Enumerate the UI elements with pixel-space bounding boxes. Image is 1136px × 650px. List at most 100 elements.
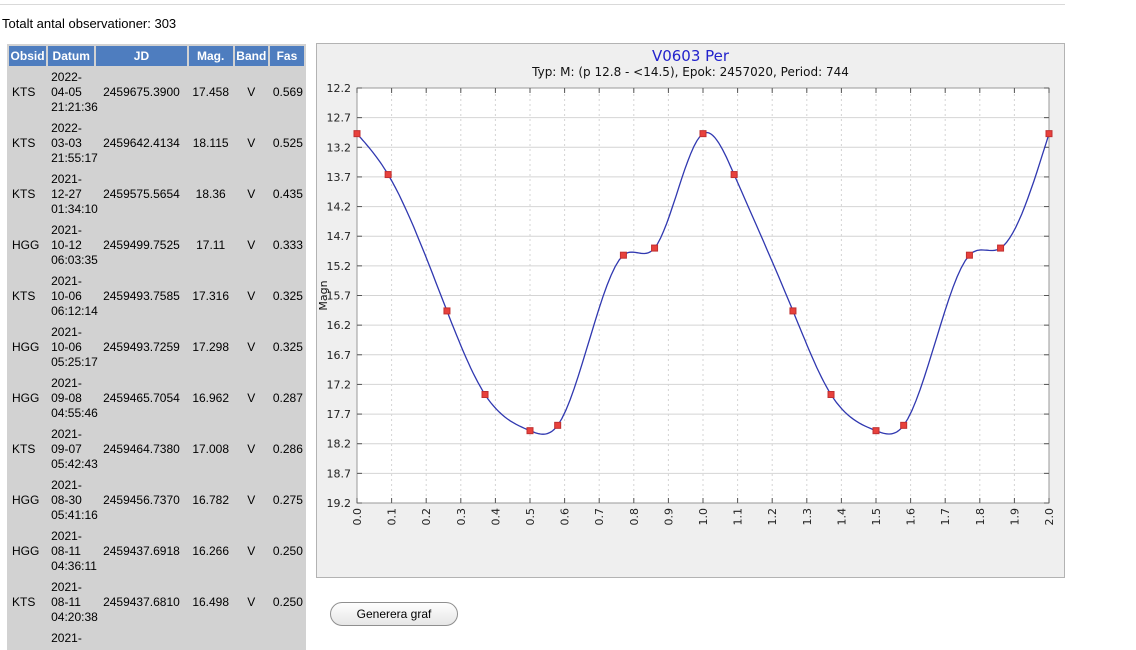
cell-jd: 2459675.3900 <box>96 68 186 117</box>
cell-datum: 2021- 10-06 05:25:17 <box>48 323 94 372</box>
cell-obsid: HGG <box>9 476 46 525</box>
cell-jd: 2459642.4134 <box>96 119 186 168</box>
y-tick-label: 17.7 <box>327 408 352 421</box>
x-tick-label: 0.1 <box>386 508 399 526</box>
x-tick-label: 1.0 <box>697 508 710 526</box>
column-header-mag: Mag. <box>189 46 233 66</box>
cell-mag <box>189 629 233 648</box>
cell-mag: 17.458 <box>189 68 233 117</box>
cell-obsid: KTS <box>9 119 46 168</box>
y-tick-label: 18.7 <box>327 467 352 480</box>
column-header-fas: Fas <box>270 46 304 66</box>
cell-fas: 0.569 <box>270 68 304 117</box>
data-point-marker <box>1046 131 1052 137</box>
y-tick-label: 16.7 <box>327 349 352 362</box>
data-point-marker <box>555 422 561 428</box>
cell-datum: 2022- 03-03 21:55:17 <box>48 119 94 168</box>
cell-band: V <box>235 272 268 321</box>
column-header-band: Band <box>235 46 268 66</box>
cell-band: V <box>235 578 268 627</box>
table-row: 2021- <box>9 629 304 648</box>
cell-obsid: KTS <box>9 68 46 117</box>
x-tick-label: 1.6 <box>905 508 918 526</box>
table-header-row: ObsidDatumJDMag.BandFas <box>9 46 304 66</box>
table-row: HGG2021- 08-11 04:36:112459437.691816.26… <box>9 527 304 576</box>
x-tick-label: 0.3 <box>455 508 468 526</box>
cell-mag: 17.316 <box>189 272 233 321</box>
cell-band: V <box>235 476 268 525</box>
data-point-marker <box>901 422 907 428</box>
cell-datum: 2021- 08-30 05:41:16 <box>48 476 94 525</box>
cell-fas: 0.333 <box>270 221 304 270</box>
cell-datum: 2021- 10-12 06:03:35 <box>48 221 94 270</box>
cell-obsid: KTS <box>9 170 46 219</box>
data-point-marker <box>620 252 626 258</box>
x-tick-label: 0.6 <box>559 508 572 526</box>
cell-mag: 16.266 <box>189 527 233 576</box>
column-header-datum: Datum <box>48 46 94 66</box>
data-point-marker <box>444 308 450 314</box>
data-point-marker <box>790 308 796 314</box>
y-tick-label: 12.7 <box>327 112 352 125</box>
y-tick-label: 16.2 <box>327 319 352 332</box>
data-point-marker <box>482 392 488 398</box>
y-tick-label: 15.7 <box>327 290 352 303</box>
cell-datum: 2021- 08-11 04:36:11 <box>48 527 94 576</box>
cell-mag: 16.498 <box>189 578 233 627</box>
table-row: KTS2022- 04-05 21:21:362459675.390017.45… <box>9 68 304 117</box>
cell-band: V <box>235 374 268 423</box>
cell-obsid: HGG <box>9 527 46 576</box>
table-row: KTS2021- 10-06 06:12:142459493.758517.31… <box>9 272 304 321</box>
cell-band: V <box>235 170 268 219</box>
cell-fas: 0.525 <box>270 119 304 168</box>
cell-fas: 0.325 <box>270 323 304 372</box>
cell-obsid: KTS <box>9 272 46 321</box>
table-row: KTS2021- 09-07 05:42:432459464.738017.00… <box>9 425 304 474</box>
data-point-marker <box>731 172 737 178</box>
cell-jd: 2459499.7525 <box>96 221 186 270</box>
cell-jd: 2459437.6810 <box>96 578 186 627</box>
x-tick-label: 0.7 <box>593 508 606 526</box>
cell-datum: 2021- 09-08 04:55:46 <box>48 374 94 423</box>
y-tick-label: 14.7 <box>327 230 352 243</box>
data-point-marker <box>966 252 972 258</box>
y-tick-label: 13.2 <box>327 141 352 154</box>
data-point-marker <box>998 245 1004 251</box>
cell-fas: 0.250 <box>270 527 304 576</box>
cell-datum: 2021- <box>48 629 94 648</box>
generate-graph-button[interactable]: Generera graf <box>330 602 458 626</box>
x-tick-label: 1.4 <box>835 508 848 526</box>
table-row: HGG2021- 10-12 06:03:352459499.752517.11… <box>9 221 304 270</box>
cell-jd: 2459465.7054 <box>96 374 186 423</box>
cell-band: V <box>235 68 268 117</box>
chart-panel: V0603 Per Typ: M: (p 12.8 - <14.5), Epok… <box>316 43 1065 578</box>
cell-datum: 2021- 08-11 04:20:38 <box>48 578 94 627</box>
cell-datum: 2021- 12-27 01:34:10 <box>48 170 94 219</box>
cell-jd: 2459493.7259 <box>96 323 186 372</box>
cell-jd: 2459575.5654 <box>96 170 186 219</box>
cell-band: V <box>235 119 268 168</box>
data-point-marker <box>700 131 706 137</box>
x-tick-label: 1.1 <box>732 508 745 526</box>
cell-obsid: HGG <box>9 221 46 270</box>
cell-band: V <box>235 323 268 372</box>
cell-mag: 16.962 <box>189 374 233 423</box>
cell-obsid: HGG <box>9 374 46 423</box>
x-tick-label: 1.8 <box>974 508 987 526</box>
cell-fas: 0.286 <box>270 425 304 474</box>
data-point-marker <box>527 428 533 434</box>
table-row: HGG2021- 09-08 04:55:462459465.705416.96… <box>9 374 304 423</box>
table-row: HGG2021- 10-06 05:25:172459493.725917.29… <box>9 323 304 372</box>
table-row: KTS2021- 08-11 04:20:382459437.681016.49… <box>9 578 304 627</box>
cell-band: V <box>235 425 268 474</box>
cell-mag: 17.008 <box>189 425 233 474</box>
table-row: HGG2021- 08-30 05:41:162459456.737016.78… <box>9 476 304 525</box>
x-tick-label: 0.0 <box>351 508 364 526</box>
cell-mag: 17.11 <box>189 221 233 270</box>
cell-obsid <box>9 629 46 648</box>
top-divider <box>0 4 1065 5</box>
data-point-marker <box>385 172 391 178</box>
observations-table: ObsidDatumJDMag.BandFas KTS2022- 04-05 2… <box>7 44 306 650</box>
data-point-marker <box>873 428 879 434</box>
y-tick-label: 13.7 <box>327 171 352 184</box>
